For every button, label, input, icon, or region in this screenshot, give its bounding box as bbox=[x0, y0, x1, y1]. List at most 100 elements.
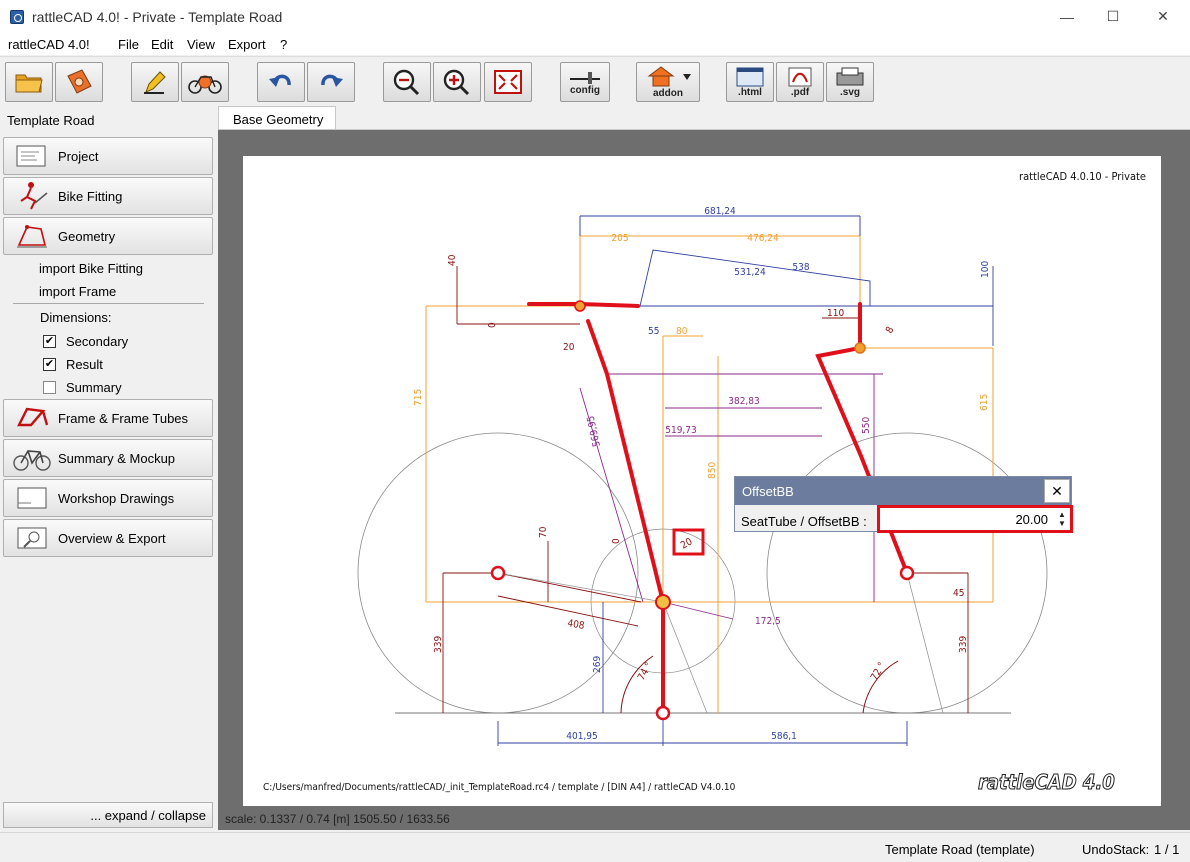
sheet-footer-path: C:/Users/manfred/Documents/rattleCAD/_in… bbox=[263, 782, 736, 793]
menu-export[interactable]: Export bbox=[228, 37, 266, 52]
import-bike-fitting-link[interactable]: import Bike Fitting bbox=[39, 261, 143, 276]
dim-80[interactable]: 80 bbox=[676, 326, 688, 337]
left-panel: Template Road Project Bike Fitting Geome… bbox=[0, 106, 216, 832]
dim-681[interactable]: 681,24 bbox=[704, 206, 736, 217]
export-svg-button[interactable]: .svg bbox=[826, 62, 874, 102]
zoom-out-button[interactable] bbox=[383, 62, 431, 102]
secondary-checkbox-row[interactable]: ✔ Secondary bbox=[43, 334, 128, 349]
toolbar: config addon .html .pdf .svg bbox=[0, 56, 1190, 106]
rattlecad-logo: rattleCAD 4.0 bbox=[978, 770, 1115, 794]
dialog-close-button[interactable]: ✕ bbox=[1044, 479, 1070, 503]
dim-100[interactable]: 100 bbox=[980, 261, 991, 278]
nav-workshop-drawings-button[interactable]: Workshop Drawings bbox=[3, 479, 213, 517]
secondary-checkbox[interactable]: ✔ bbox=[43, 335, 56, 348]
dim-20b[interactable]: 20 bbox=[679, 536, 695, 551]
spin-down-icon[interactable]: ▼ bbox=[1056, 519, 1068, 528]
save-button[interactable] bbox=[55, 62, 103, 102]
result-checkbox-row[interactable]: ✔ Result bbox=[43, 357, 103, 372]
dim-715[interactable]: 715 bbox=[413, 389, 424, 406]
dim-205[interactable]: 205 bbox=[611, 233, 628, 244]
zoom-in-icon bbox=[443, 69, 470, 96]
dim-519[interactable]: 519,73 bbox=[665, 425, 696, 436]
nav-project-button[interactable]: Project bbox=[3, 137, 213, 175]
dim-550[interactable]: 550 bbox=[861, 417, 872, 434]
geometry-icon bbox=[17, 225, 47, 248]
redo-button[interactable] bbox=[307, 62, 355, 102]
dialog-field-label: SeatTube / OffsetBB : bbox=[741, 514, 867, 529]
dim-339a[interactable]: 339 bbox=[433, 636, 444, 653]
dim-55[interactable]: 55 bbox=[648, 326, 659, 337]
dim-401[interactable]: 401,95 bbox=[566, 731, 597, 742]
nav-bike-fitting-button[interactable]: Bike Fitting bbox=[3, 177, 213, 215]
dim-615[interactable]: 615 bbox=[979, 394, 990, 411]
edit-button[interactable] bbox=[131, 62, 179, 102]
menu-file[interactable]: File bbox=[118, 37, 139, 52]
bike-mockup-icon bbox=[13, 450, 51, 471]
dim-586[interactable]: 586,1 bbox=[771, 731, 797, 742]
dim-339b[interactable]: 339 bbox=[958, 636, 969, 653]
config-button[interactable]: config bbox=[560, 62, 610, 102]
result-label: Result bbox=[66, 357, 103, 372]
spin-up-icon[interactable]: ▲ bbox=[1056, 510, 1068, 519]
offsetbb-spinner[interactable]: ▲ ▼ bbox=[1056, 510, 1068, 528]
drawing-icon bbox=[17, 487, 47, 509]
config-label: config bbox=[570, 84, 600, 96]
export-html-button[interactable]: .html bbox=[726, 62, 774, 102]
nav-summary-mockup-button[interactable]: Summary & Mockup bbox=[3, 439, 213, 477]
dim-538[interactable]: 538 bbox=[792, 262, 809, 273]
dim-850[interactable]: 850 bbox=[707, 462, 718, 479]
dim-382[interactable]: 382,83 bbox=[728, 396, 759, 407]
menu-view[interactable]: View bbox=[187, 37, 215, 52]
addon-button[interactable]: addon bbox=[636, 62, 700, 102]
bike-render-button[interactable] bbox=[181, 62, 229, 102]
import-frame-link[interactable]: import Frame bbox=[39, 284, 116, 299]
dim-0a[interactable]: 0 bbox=[487, 322, 498, 328]
dim-8[interactable]: 8 bbox=[884, 325, 897, 336]
fit-view-button[interactable] bbox=[484, 62, 532, 102]
export-pdf-button[interactable]: .pdf bbox=[776, 62, 824, 102]
status-bar: Template Road (template) UndoStack: 1 / … bbox=[0, 832, 1190, 862]
dim-476[interactable]: 476,24 bbox=[747, 233, 779, 244]
offsetbb-input[interactable] bbox=[882, 510, 1054, 528]
project-icon bbox=[16, 145, 46, 167]
dim-110[interactable]: 110 bbox=[827, 308, 844, 319]
saddle-marker bbox=[854, 342, 866, 354]
summary-checkbox-row[interactable]: Summary bbox=[43, 380, 122, 395]
dim-74[interactable]: 74 ° bbox=[636, 661, 655, 683]
menu-help[interactable]: ? bbox=[280, 37, 287, 52]
dim-569[interactable]: 569,95 bbox=[586, 415, 603, 448]
nav-geometry-button[interactable]: Geometry bbox=[3, 217, 213, 255]
nav-overview-export-button[interactable]: Overview & Export bbox=[3, 519, 213, 557]
open-button[interactable] bbox=[5, 62, 53, 102]
undo-button[interactable] bbox=[257, 62, 305, 102]
addon-label: addon bbox=[653, 87, 683, 99]
zoom-in-button[interactable] bbox=[433, 62, 481, 102]
dim-0b[interactable]: 0 bbox=[611, 538, 622, 544]
dim-45[interactable]: 45 bbox=[953, 588, 964, 599]
status-project: Template Road (template) bbox=[885, 842, 1035, 857]
summary-checkbox[interactable] bbox=[43, 381, 56, 394]
minimize-button[interactable]: — bbox=[1044, 0, 1090, 33]
pencil-icon bbox=[144, 71, 166, 94]
dim-408[interactable]: 408 bbox=[566, 618, 585, 632]
maximize-button[interactable]: ☐ bbox=[1090, 0, 1136, 33]
bike-fitting-icon bbox=[20, 182, 48, 210]
nav-overview-export-label: Overview & Export bbox=[58, 530, 166, 546]
redo-icon bbox=[321, 74, 343, 87]
close-button[interactable]: ✕ bbox=[1140, 0, 1186, 33]
rear-axle-marker bbox=[899, 565, 915, 581]
dim-70[interactable]: 70 bbox=[538, 526, 549, 538]
menu-edit[interactable]: Edit bbox=[151, 37, 173, 52]
dim-20a[interactable]: 20 bbox=[563, 342, 575, 353]
dim-72[interactable]: 72 ° bbox=[869, 661, 888, 683]
dim-269[interactable]: 269 bbox=[592, 656, 603, 673]
dim-172[interactable]: 172,5 bbox=[755, 616, 781, 627]
result-checkbox[interactable]: ✔ bbox=[43, 358, 56, 371]
frame-icon bbox=[17, 407, 49, 427]
dim-531[interactable]: 531,24 bbox=[734, 267, 766, 278]
dim-40[interactable]: 40 bbox=[447, 254, 458, 266]
dimensions-label: Dimensions: bbox=[40, 310, 112, 325]
tab-base-geometry[interactable]: Base Geometry bbox=[218, 106, 336, 130]
expand-collapse-button[interactable]: ... expand / collapse bbox=[3, 802, 213, 828]
nav-frame-tubes-button[interactable]: Frame & Frame Tubes bbox=[3, 399, 213, 437]
